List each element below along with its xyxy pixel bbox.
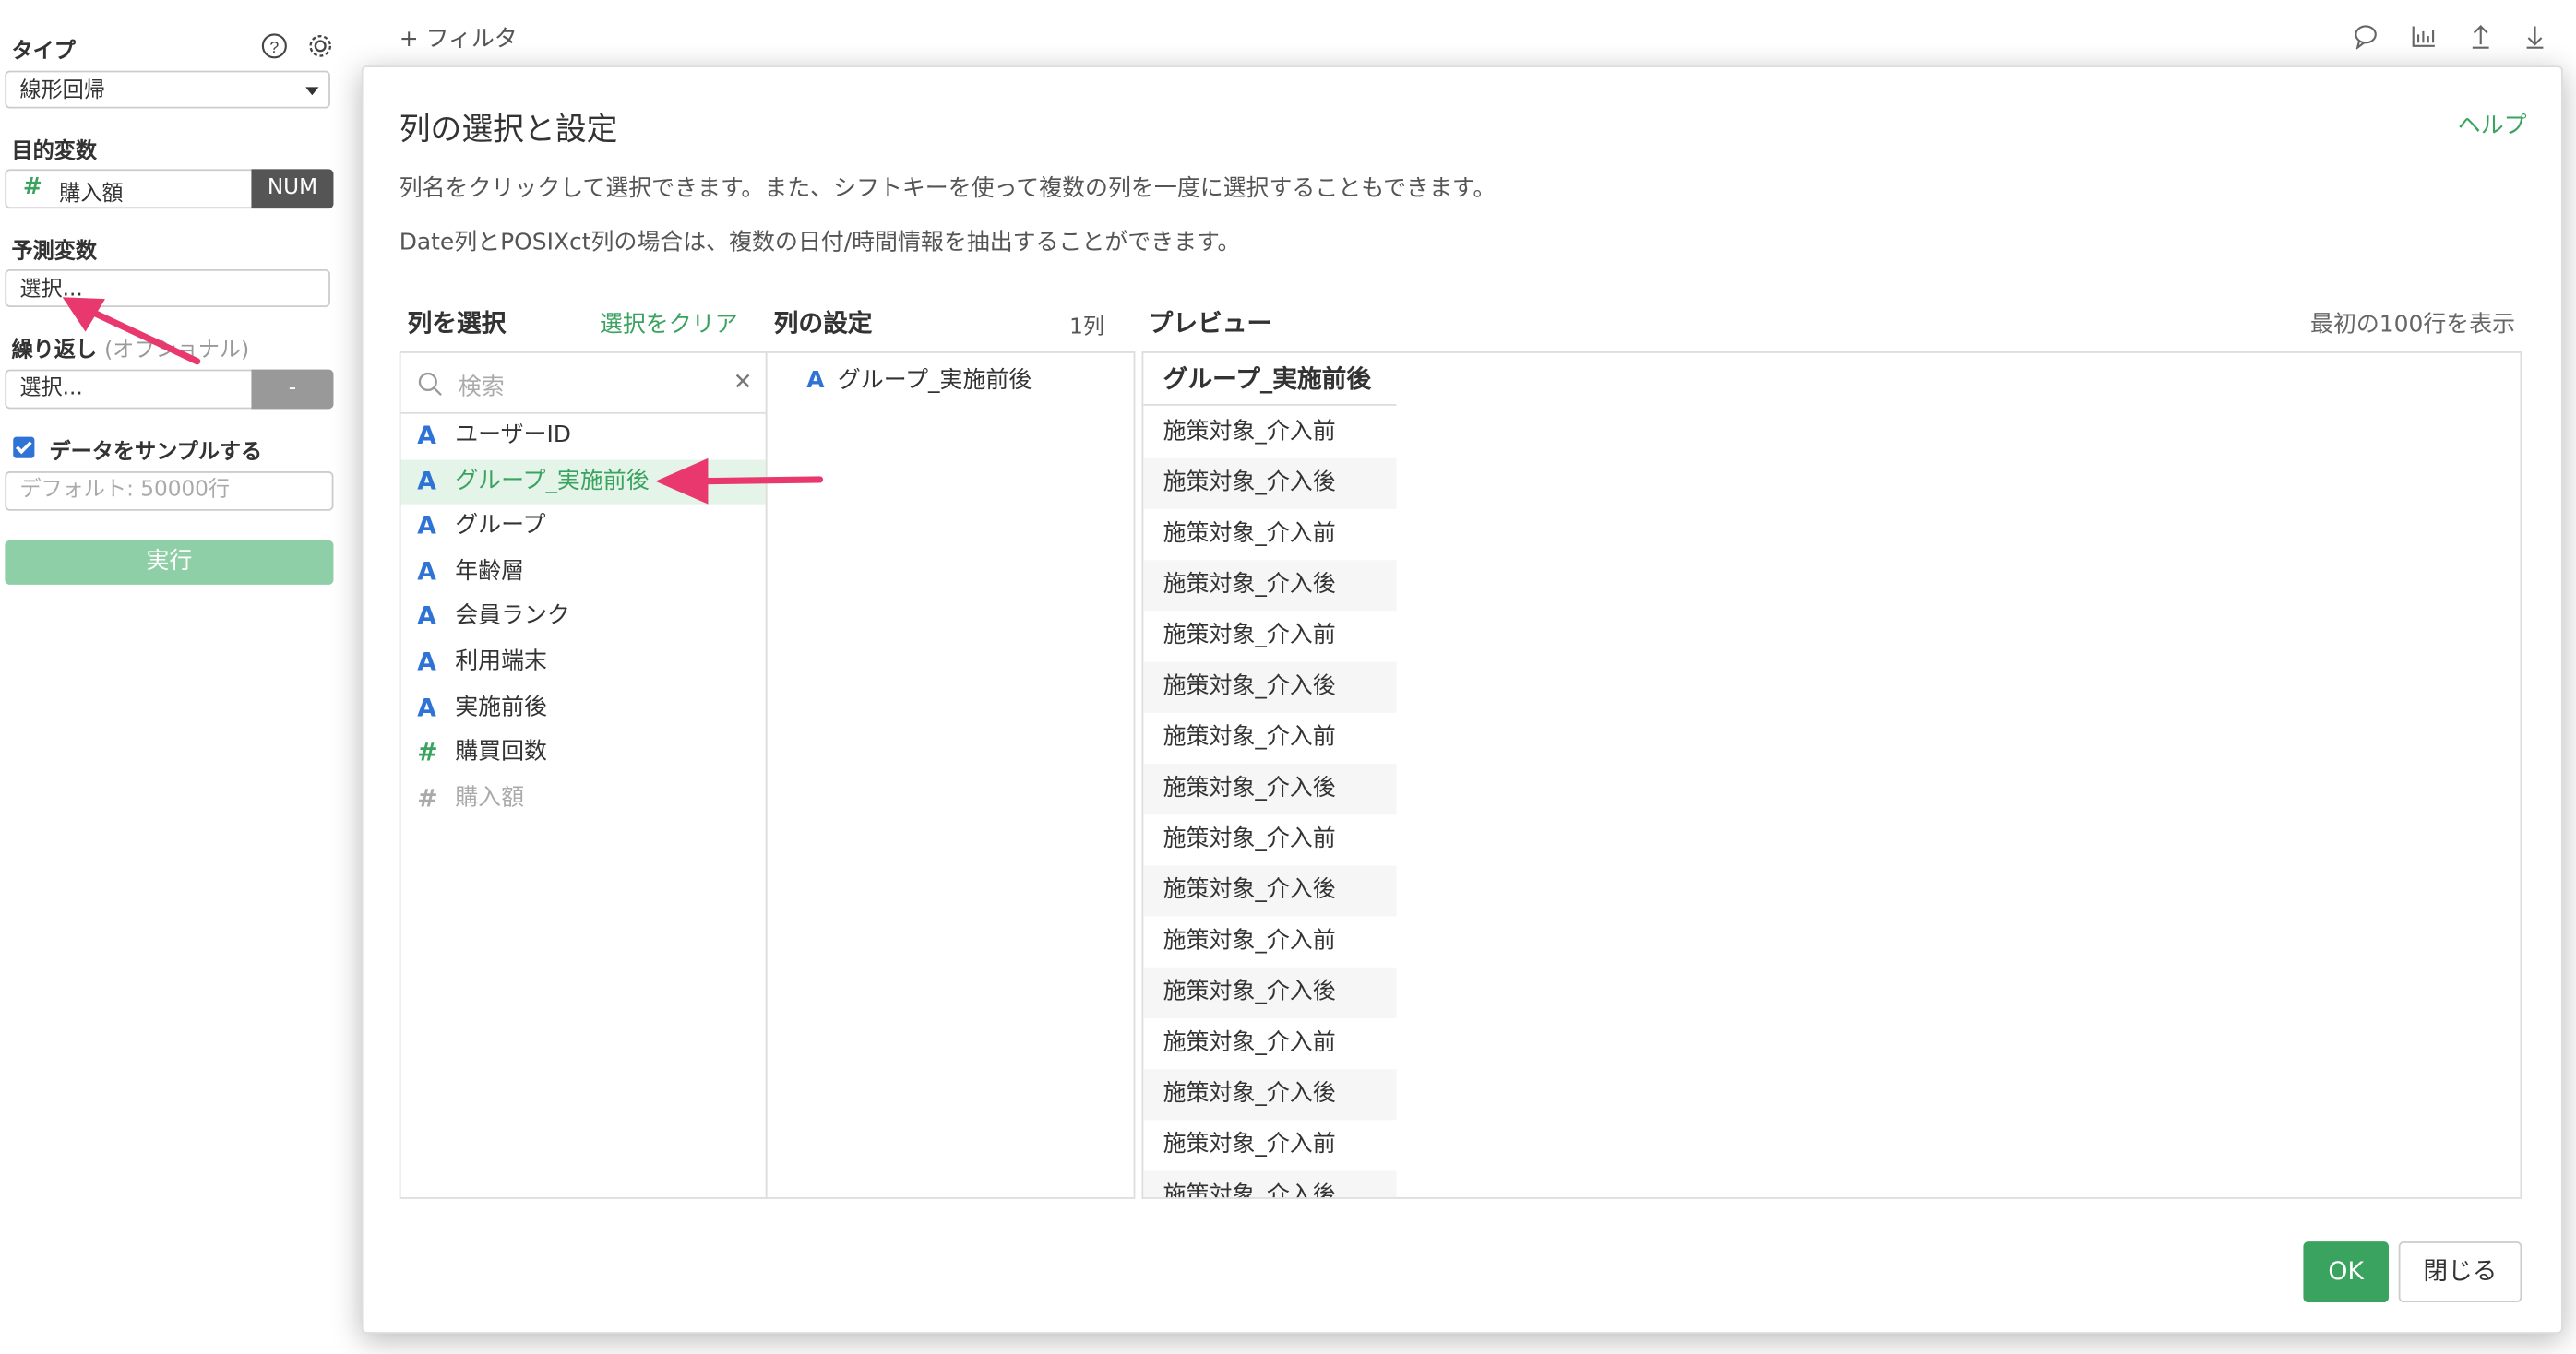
type-label: タイプ — [11, 39, 76, 65]
preview-cell: 施策対象_介入前 — [1163, 724, 1336, 751]
column-list-item[interactable]: A 利用端末 — [400, 640, 765, 684]
upload-icon[interactable] — [2467, 23, 2493, 49]
preview-cell: 施策対象_介入後 — [1143, 661, 1397, 713]
preview-cell: 施策対象_介入前 — [1163, 419, 1336, 445]
preview-cell: 施策対象_介入後 — [1143, 763, 1397, 815]
search-input[interactable]: 検索 — [459, 370, 505, 403]
column-name: ユーザーID — [455, 422, 572, 449]
preview-cell: 施策対象_介入前 — [1163, 928, 1336, 955]
gear-icon[interactable] — [307, 33, 333, 59]
column-name: 利用端末 — [455, 648, 547, 675]
preview-cell: 施策対象_介入前 — [1163, 825, 1336, 853]
column-name: 購入額 — [455, 784, 525, 812]
text-type-icon: A — [417, 692, 436, 722]
preview-rows-note: 最初の100行を表示 — [2310, 312, 2516, 338]
numeric-type-icon: # — [417, 737, 438, 767]
run-button[interactable]: 実行 — [5, 540, 334, 585]
dialog-description-1: 列名をクリックして選択できます。また、シフトキーを使って複数の列を一度に選択する… — [399, 175, 1497, 203]
predictor-variable-value: 選択... — [19, 277, 83, 303]
preview-panel: グループ_実施前後 施策対象_介入前 施策対象_介入後 施策対象_介入前 施策対象_介… — [1141, 351, 2522, 1199]
dialog-title: 列の選択と設定 — [399, 112, 618, 148]
preview-column-header: グループ_実施前後 — [1143, 353, 1397, 406]
column-select-dialog: 列の選択と設定 ヘルプ 列名をクリックして選択できます。また、シフトキーを使って… — [361, 65, 2563, 1334]
preview-header: プレビュー — [1148, 308, 1272, 338]
repeat-optional-text: (オプショナル) — [104, 338, 250, 363]
numeric-type-icon: # — [417, 782, 438, 814]
close-button[interactable]: 閉じる — [2398, 1241, 2522, 1303]
target-variable-field[interactable]: # 購入額 NUM — [5, 169, 334, 209]
repeat-label-text: 繰り返し — [11, 338, 98, 363]
preview-cell: 施策対象_介入後 — [1143, 865, 1397, 917]
text-type-icon: A — [417, 556, 436, 587]
column-name: グループ_実施前後 — [455, 467, 650, 494]
target-variable-value: 購入額 — [59, 182, 124, 208]
column-name: 実施前後 — [455, 694, 547, 720]
selected-column-name: グループ_実施前後 — [837, 367, 1032, 395]
repeat-field[interactable]: 選択... - — [5, 369, 334, 410]
column-list-item[interactable]: # 購買回数 — [400, 731, 765, 776]
column-list-item[interactable]: A グループ_実施前後 — [400, 458, 766, 504]
predictor-label: 予測変数 — [11, 239, 98, 265]
column-list-item[interactable]: # 購入額 — [400, 777, 765, 821]
repeat-type-button[interactable]: - — [251, 369, 334, 410]
column-name: 会員ランク — [455, 603, 570, 630]
column-name: グループ — [455, 512, 546, 540]
column-list-item[interactable]: A グループ — [400, 505, 765, 549]
column-name: 年齢層 — [455, 558, 525, 585]
analytics-sidebar: タイプ ? 線形回帰 目的変数 # 購入額 NUM 予測変数 選択... 繰り返… — [0, 0, 353, 1354]
preview-cell: 施策対象_介入後 — [1143, 560, 1397, 612]
preview-cell: 施策対象_介入後 — [1143, 457, 1397, 509]
ok-button[interactable]: OK — [2303, 1241, 2390, 1303]
column-list-item[interactable]: A 年齢層 — [400, 550, 765, 594]
sample-size-input[interactable]: デフォルト: 50000行 — [5, 471, 334, 511]
selected-column-item[interactable]: A グループ_実施前後 — [806, 363, 1032, 397]
column-list-item[interactable]: A ユーザーID — [400, 414, 765, 458]
column-name: 購買回数 — [455, 739, 547, 766]
column-list-item[interactable]: A 実施前後 — [400, 686, 765, 730]
selected-column-count: 1列 — [1069, 315, 1105, 340]
comment-icon[interactable] — [2353, 23, 2379, 50]
text-type-icon: A — [417, 511, 436, 541]
text-type-icon: A — [417, 601, 436, 632]
column-settings-panel: A グループ_実施前後 — [765, 351, 1136, 1199]
numeric-type-icon: # — [22, 173, 42, 201]
download-icon[interactable] — [2522, 23, 2547, 49]
help-icon[interactable]: ? — [261, 33, 287, 59]
close-icon[interactable]: ✕ — [733, 370, 753, 396]
text-type-icon: A — [417, 420, 436, 450]
dialog-description-2: Date列とPOSIXct列の場合は、複数の日付/時間情報を抽出することができま… — [399, 230, 1241, 256]
search-icon — [418, 372, 442, 397]
target-label: 目的変数 — [11, 139, 98, 165]
svg-text:?: ? — [269, 38, 279, 56]
type-select-value: 線形回帰 — [19, 78, 105, 104]
text-type-icon: A — [417, 465, 436, 496]
predictor-variable-field[interactable]: 選択... — [5, 269, 330, 307]
column-list-item[interactable]: A 会員ランク — [400, 595, 765, 639]
column-list-panel: 検索 ✕ A ユーザーID A グループ_実施前後 A グループ A 年齢層 A 会員ランク A 利用… — [399, 351, 768, 1199]
preview-cell: 施策対象_介入前 — [1163, 1029, 1336, 1056]
sample-label: データをサンプルする — [49, 440, 263, 465]
text-type-icon: A — [417, 647, 436, 677]
preview-cell: 施策対象_介入後 — [1143, 1170, 1397, 1198]
preview-cell: 施策対象_介入前 — [1163, 520, 1336, 547]
text-type-icon: A — [806, 367, 825, 395]
column-settings-header: 列の設定 — [773, 308, 873, 338]
help-link[interactable]: ヘルプ — [2458, 109, 2527, 142]
chart-icon[interactable] — [2410, 23, 2436, 49]
repeat-value: 選択... — [19, 375, 83, 401]
chevron-down-icon — [305, 87, 319, 96]
type-select[interactable]: 線形回帰 — [5, 70, 330, 109]
preview-cell: 施策対象_介入前 — [1163, 1131, 1336, 1158]
preview-cell: 施策対象_介入後 — [1143, 967, 1397, 1018]
clear-selection-link[interactable]: 選択をクリア — [600, 307, 738, 340]
select-columns-header: 列を選択 — [407, 308, 507, 338]
preview-cell: 施策対象_介入前 — [1163, 622, 1336, 649]
repeat-label: 繰り返し (オプショナル) — [11, 332, 249, 363]
sample-checkbox[interactable] — [13, 436, 35, 458]
search-box[interactable]: 検索 ✕ — [400, 353, 766, 414]
add-filter-button[interactable]: + フィルタ — [400, 21, 518, 54]
target-type-badge: NUM — [251, 169, 334, 209]
app-root: タイプ ? 線形回帰 目的変数 # 購入額 NUM 予測変数 選択... 繰り返… — [0, 0, 2576, 1354]
preview-cell: 施策対象_介入後 — [1143, 1069, 1397, 1121]
